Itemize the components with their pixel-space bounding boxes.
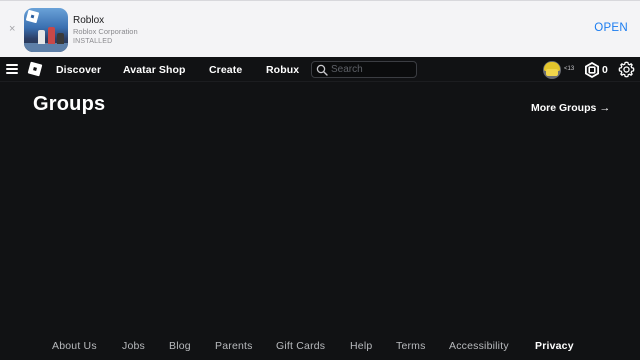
footer-help[interactable]: Help bbox=[350, 340, 372, 352]
footer-gift-cards[interactable]: Gift Cards bbox=[276, 340, 325, 352]
roblox-app-icon bbox=[24, 8, 68, 52]
search-input[interactable] bbox=[331, 63, 413, 76]
app-install-status: INSTALLED bbox=[73, 38, 113, 45]
robux-icon[interactable] bbox=[584, 62, 600, 78]
footer-about-us[interactable]: About Us bbox=[52, 340, 97, 352]
footer-blog[interactable]: Blog bbox=[169, 340, 191, 352]
top-navigation: Discover Avatar Shop Create Robux <13 0 bbox=[0, 57, 640, 82]
more-groups-label: More Groups bbox=[531, 102, 597, 114]
roblox-logo-icon[interactable] bbox=[27, 61, 43, 77]
app-install-banner: × Roblox Roblox Corporation INSTALLED OP… bbox=[0, 0, 640, 57]
page-title: Groups bbox=[33, 93, 106, 115]
gear-icon[interactable] bbox=[618, 61, 635, 78]
menu-icon[interactable] bbox=[6, 64, 18, 74]
close-icon[interactable]: × bbox=[9, 23, 15, 35]
app-name: Roblox bbox=[73, 15, 105, 26]
footer-accessibility[interactable]: Accessibility bbox=[449, 340, 509, 352]
app-company: Roblox Corporation bbox=[73, 27, 138, 36]
age-badge: <13 bbox=[564, 66, 575, 72]
footer-terms[interactable]: Terms bbox=[396, 340, 426, 352]
open-app-button[interactable]: OPEN bbox=[594, 22, 628, 34]
robux-balance: 0 bbox=[602, 64, 608, 76]
nav-create[interactable]: Create bbox=[209, 64, 242, 76]
search-box[interactable] bbox=[311, 61, 417, 78]
footer-privacy[interactable]: Privacy bbox=[535, 340, 574, 352]
footer-jobs[interactable]: Jobs bbox=[122, 340, 145, 352]
arrow-right-icon: → bbox=[599, 102, 611, 114]
avatar[interactable] bbox=[543, 61, 561, 79]
nav-avatar-shop[interactable]: Avatar Shop bbox=[123, 64, 186, 76]
more-groups-link[interactable]: More Groups → bbox=[531, 102, 610, 114]
nav-robux[interactable]: Robux bbox=[266, 64, 299, 76]
search-icon bbox=[316, 64, 328, 76]
footer-parents[interactable]: Parents bbox=[215, 340, 253, 352]
nav-discover[interactable]: Discover bbox=[56, 64, 101, 76]
